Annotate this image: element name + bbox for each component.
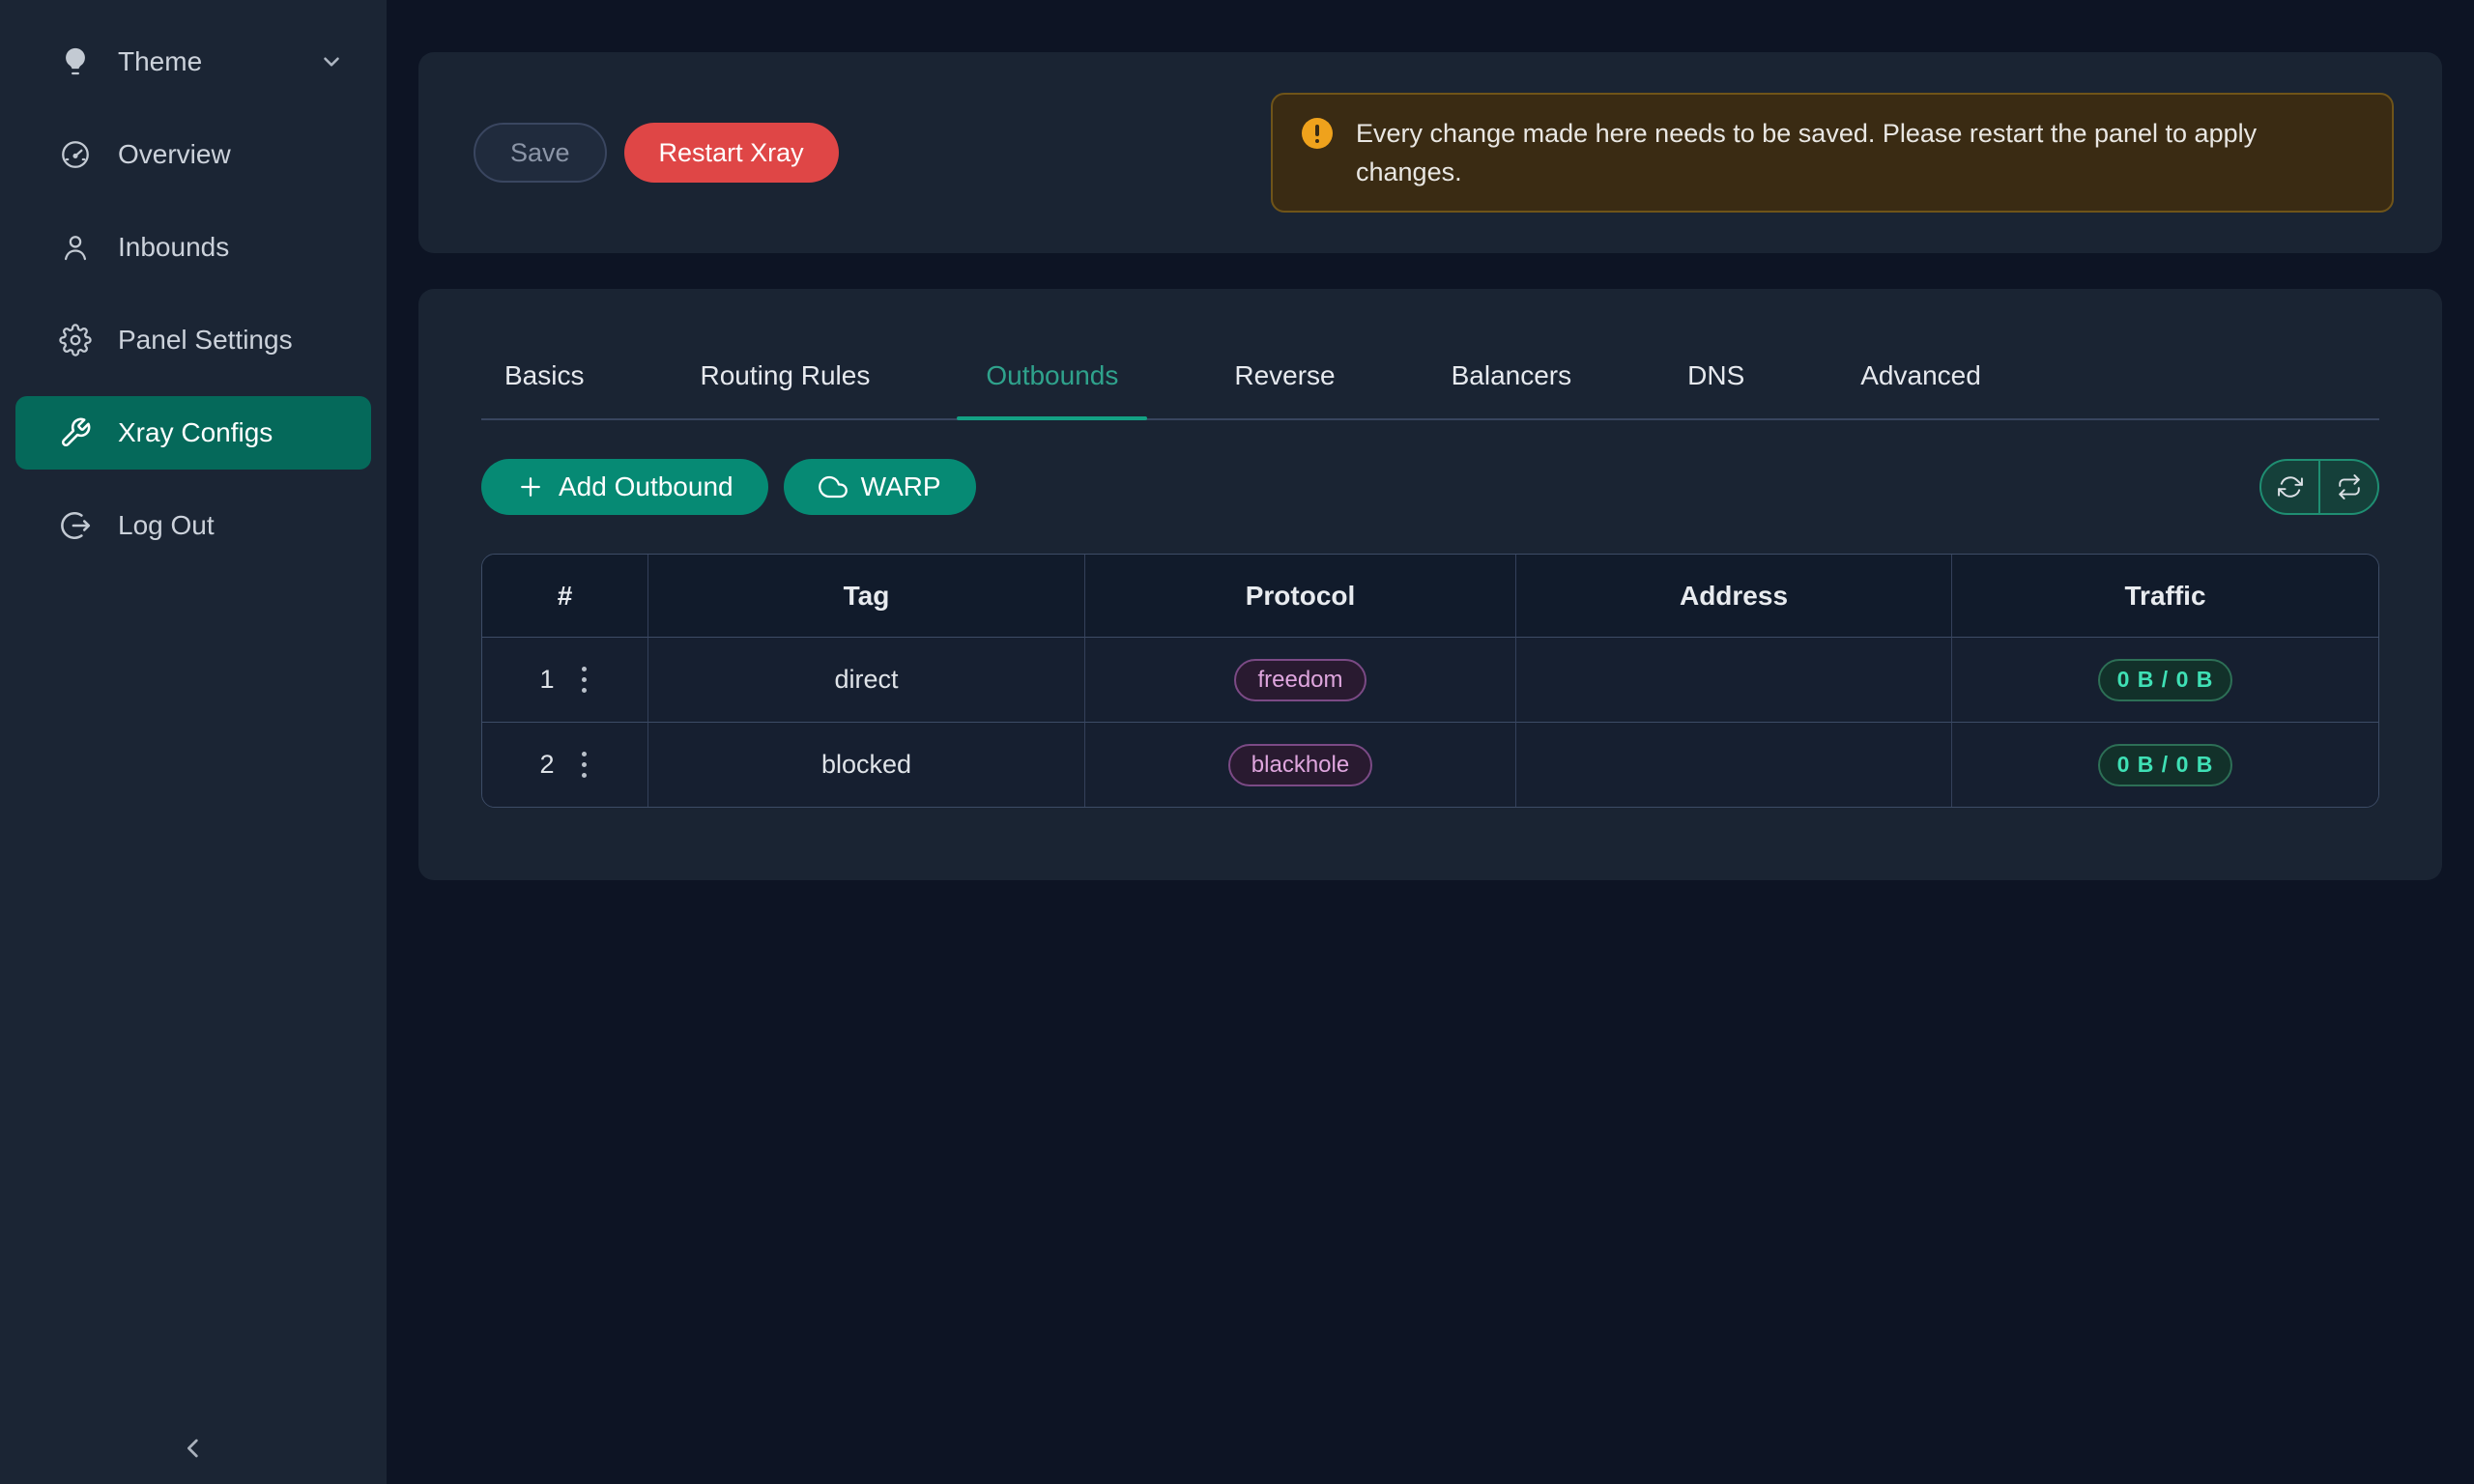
column-header-traffic: Traffic <box>1952 555 2378 637</box>
sidebar-item-theme[interactable]: Theme <box>15 25 371 99</box>
outbounds-table: # Tag Protocol Address Traffic 1 direct … <box>481 554 2379 808</box>
sidebar-item-log-out[interactable]: Log Out <box>15 489 371 562</box>
traffic-badge: 0 B / 0 B <box>2098 744 2233 786</box>
tab-reverse[interactable]: Reverse <box>1234 360 1335 418</box>
column-header-index: # <box>482 555 648 637</box>
tab-bar: Basics Routing Rules Outbounds Reverse B… <box>481 289 2379 420</box>
traffic-badge: 0 B / 0 B <box>2098 659 2233 701</box>
alert-text: Every change made here needs to be saved… <box>1356 114 2363 191</box>
logout-icon <box>58 508 93 543</box>
main-content: Save Restart Xray Every change made here… <box>387 0 2474 1484</box>
tab-routing-rules[interactable]: Routing Rules <box>700 360 870 418</box>
sidebar-item-inbounds[interactable]: Inbounds <box>15 211 371 284</box>
add-outbound-label: Add Outbound <box>559 471 734 502</box>
sidebar-item-overview[interactable]: Overview <box>15 118 371 191</box>
sidebar-nav: Theme Overview <box>0 25 387 562</box>
chevron-left-icon <box>178 1433 209 1467</box>
column-header-protocol: Protocol <box>1085 555 1516 637</box>
column-header-address: Address <box>1516 555 1952 637</box>
sidebar-item-label: Overview <box>118 139 231 170</box>
row-number: 1 <box>539 665 554 695</box>
restart-xray-button[interactable]: Restart Xray <box>624 123 839 183</box>
tag-cell: direct <box>648 637 1085 722</box>
tab-outbounds[interactable]: Outbounds <box>986 360 1118 418</box>
refresh-button-group <box>2259 459 2379 515</box>
row-menu-button[interactable] <box>578 748 590 782</box>
plus-icon <box>516 472 545 501</box>
tab-advanced[interactable]: Advanced <box>1860 360 1981 418</box>
actions-row: Add Outbound WARP <box>481 459 2379 515</box>
column-header-tag: Tag <box>648 555 1085 637</box>
protocol-cell: freedom <box>1085 637 1516 722</box>
traffic-cell: 0 B / 0 B <box>1952 637 2378 722</box>
protocol-cell: blackhole <box>1085 722 1516 807</box>
table-row-index: 2 <box>482 722 648 807</box>
row-menu-button[interactable] <box>578 663 590 697</box>
sidebar: Theme Overview <box>0 0 387 1484</box>
tab-balancers[interactable]: Balancers <box>1452 360 1572 418</box>
warp-label: WARP <box>861 471 941 502</box>
tag-cell: blocked <box>648 722 1085 807</box>
address-cell <box>1516 637 1952 722</box>
app-root: Theme Overview <box>0 0 2474 1484</box>
warp-button[interactable]: WARP <box>784 459 976 515</box>
tab-basics[interactable]: Basics <box>504 360 584 418</box>
refresh-button[interactable] <box>2261 461 2318 513</box>
gauge-icon <box>58 137 93 172</box>
row-number: 2 <box>539 750 554 780</box>
protocol-badge: blackhole <box>1228 744 1372 786</box>
sidebar-item-label: Panel Settings <box>118 325 293 356</box>
reset-traffic-button[interactable] <box>2318 461 2377 513</box>
add-outbound-button[interactable]: Add Outbound <box>481 459 768 515</box>
table-row-index: 1 <box>482 637 648 722</box>
address-cell <box>1516 722 1952 807</box>
toolbar-card: Save Restart Xray Every change made here… <box>418 52 2442 253</box>
warning-alert: Every change made here needs to be saved… <box>1271 93 2394 213</box>
sidebar-item-label: Theme <box>118 46 202 77</box>
cloud-icon <box>819 472 848 501</box>
sidebar-item-label: Log Out <box>118 510 215 541</box>
sidebar-collapse-button[interactable] <box>178 1433 209 1467</box>
xray-config-card: Basics Routing Rules Outbounds Reverse B… <box>418 289 2442 880</box>
gear-icon <box>58 323 93 357</box>
protocol-badge: freedom <box>1234 659 1366 701</box>
sidebar-item-label: Xray Configs <box>118 417 273 448</box>
chevron-down-icon <box>319 49 344 74</box>
sidebar-item-label: Inbounds <box>118 232 229 263</box>
sidebar-item-panel-settings[interactable]: Panel Settings <box>15 303 371 377</box>
sidebar-item-xray-configs[interactable]: Xray Configs <box>15 396 371 470</box>
warning-circle-icon <box>1302 118 1333 149</box>
user-icon <box>58 230 93 265</box>
save-button[interactable]: Save <box>474 123 607 183</box>
repeat-icon <box>2337 474 2362 499</box>
bulb-icon <box>58 44 93 79</box>
wrench-icon <box>58 415 93 450</box>
refresh-icon <box>2278 474 2303 499</box>
traffic-cell: 0 B / 0 B <box>1952 722 2378 807</box>
tab-dns[interactable]: DNS <box>1687 360 1744 418</box>
